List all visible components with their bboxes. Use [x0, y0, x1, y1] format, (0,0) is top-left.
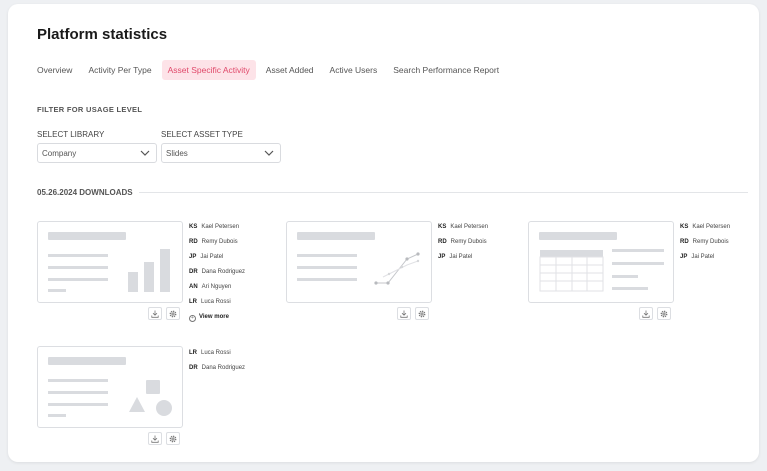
download-button[interactable]: [148, 432, 162, 445]
library-select-value: Company: [42, 149, 77, 158]
settings-button[interactable]: [166, 307, 180, 320]
asset-type-select-value: Slides: [166, 149, 188, 158]
list-item: JP Jai Patel: [438, 254, 473, 260]
asset-1-user-list: KS Kael Petersen RD Remy Dubois JP Jai Pate…: [189, 223, 245, 328]
gear-icon: [418, 310, 426, 318]
list-item: JP Jai Patel: [189, 254, 224, 260]
tab-overview[interactable]: Overview: [37, 60, 72, 80]
chevron-down-icon: [264, 149, 274, 159]
main-panel: Platform statistics Overview Activity Pe…: [8, 4, 759, 462]
list-item: JP Jai Patel: [680, 254, 715, 260]
download-icon: [151, 435, 159, 443]
library-select[interactable]: Company: [37, 143, 157, 163]
gear-icon: [660, 310, 668, 318]
library-label: SELECT LIBRARY: [37, 130, 105, 139]
settings-button[interactable]: [415, 307, 429, 320]
tab-search-performance-report[interactable]: Search Performance Report: [393, 60, 499, 80]
asset-4-user-list: LR Luca Rossi DR Dana Rodriguez: [189, 349, 245, 379]
line-chart-thumbnail-icon: [297, 232, 420, 285]
download-icon: [642, 310, 650, 318]
asset-thumbnail-line-chart[interactable]: [286, 221, 432, 303]
chevron-down-icon: [140, 149, 150, 159]
gear-icon: [169, 310, 177, 318]
download-button[interactable]: [639, 307, 653, 320]
asset-type-label: SELECT ASSET TYPE: [161, 130, 243, 139]
asset-thumbnail-table[interactable]: [528, 221, 674, 303]
settings-button[interactable]: [657, 307, 671, 320]
settings-button[interactable]: [166, 432, 180, 445]
tab-active-users[interactable]: Active Users: [330, 60, 378, 80]
list-item: LR Luca Rossi: [189, 299, 231, 305]
table-thumbnail-icon: [539, 232, 664, 292]
asset-2-user-list: KS Kael Petersen RD Remy Dubois JP Jai Pate…: [438, 223, 488, 268]
plus-circle-icon: +: [189, 315, 196, 322]
page-title: Platform statistics: [37, 26, 168, 43]
download-button[interactable]: [397, 307, 411, 320]
tab-asset-specific-activity[interactable]: Asset Specific Activity: [161, 60, 256, 80]
asset-thumbnail-bar-chart[interactable]: [37, 221, 183, 303]
shapes-thumbnail-icon: [48, 357, 172, 417]
list-item: KS Kael Petersen: [438, 224, 489, 230]
tab-activity-per-type[interactable]: Activity Per Type: [88, 60, 151, 80]
list-item: DR Dana Rodriguez: [189, 269, 246, 275]
list-item: DR Dana Rodriguez: [189, 365, 246, 371]
downloads-heading: 05.26.2024 DOWNLOADS: [37, 188, 133, 197]
list-item: LR Luca Rossi: [189, 350, 231, 356]
list-item: RD Remy Dubois: [189, 239, 238, 245]
gear-icon: [169, 435, 177, 443]
asset-3-user-list: KS Kael Petersen RD Remy Dubois JP Jai Pate…: [680, 223, 730, 268]
list-item: KS Kael Petersen: [680, 224, 731, 230]
tab-asset-added[interactable]: Asset Added: [266, 60, 314, 80]
asset-thumbnail-shapes[interactable]: [37, 346, 183, 428]
tab-bar: Overview Activity Per Type Asset Specifi…: [37, 60, 515, 80]
bar-chart-thumbnail-icon: [48, 232, 170, 292]
downloads-divider: [139, 192, 748, 193]
download-icon: [400, 310, 408, 318]
filter-title: FILTER FOR USAGE LEVEL: [37, 105, 143, 114]
view-more-link[interactable]: + View more: [189, 313, 245, 328]
list-item: KS Kael Petersen: [189, 224, 240, 230]
download-button[interactable]: [148, 307, 162, 320]
list-item: RD Remy Dubois: [680, 239, 729, 245]
list-item: AN Ari Nguyen: [189, 284, 232, 290]
list-item: RD Remy Dubois: [438, 239, 487, 245]
asset-type-select[interactable]: Slides: [161, 143, 281, 163]
download-icon: [151, 310, 159, 318]
